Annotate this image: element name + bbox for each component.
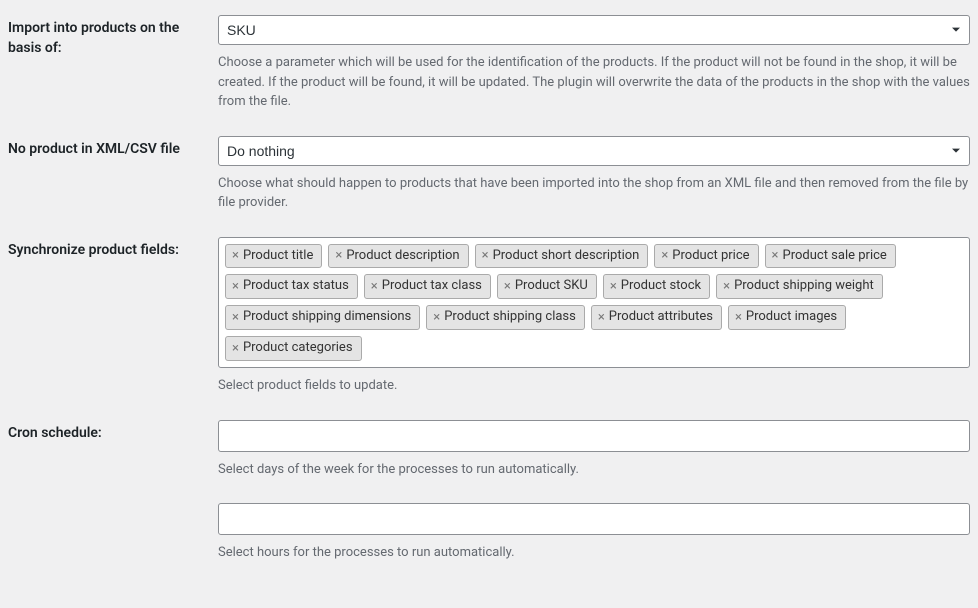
sync-field-tag-label: Product title [243,248,313,265]
sync-field-tag-label: Product shipping dimensions [243,309,411,326]
sync-field-tag-label: Product shipping class [444,309,576,326]
sync-field-tag: × Product tax class [364,274,491,299]
remove-tag-icon[interactable]: × [335,249,342,262]
sync-field-tag-label: Product stock [621,278,701,295]
sync-field-tag: × Product images [728,305,846,330]
sync-field-tag: × Product categories [225,336,362,361]
sync-field-tag: × Product short description [475,244,649,269]
remove-tag-icon[interactable]: × [482,249,489,262]
import-basis-description: Choose a parameter which will be used fo… [218,53,970,112]
sync-field-tag-label: Product images [746,309,837,326]
remove-tag-icon[interactable]: × [772,249,779,262]
sync-fields-description: Select product fields to update. [218,376,970,396]
remove-tag-icon[interactable]: × [504,280,511,293]
sync-field-tag: × Product tax status [225,274,358,299]
cron-hours-label-spacer [8,503,218,507]
sync-field-tag-label: Product sale price [783,248,887,265]
sync-field-tag-label: Product short description [493,248,640,265]
remove-tag-icon[interactable]: × [371,280,378,293]
sync-field-tag: × Product SKU [497,274,597,299]
no-product-select[interactable]: Do nothing [218,136,970,166]
sync-field-tag: × Product shipping weight [716,274,883,299]
sync-field-tag-label: Product price [672,248,749,265]
sync-field-tag: × Product shipping class [426,305,585,330]
sync-field-tag: × Product sale price [765,244,896,269]
sync-field-tag-label: Product attributes [609,309,713,326]
remove-tag-icon[interactable]: × [610,280,617,293]
import-basis-select[interactable]: SKU [218,15,970,45]
import-basis-label: Import into products on the basis of: [8,15,218,58]
no-product-description: Choose what should happen to products th… [218,174,970,213]
remove-tag-icon[interactable]: × [232,249,239,262]
sync-field-tag-label: Product categories [243,340,353,357]
cron-schedule-label: Cron schedule: [8,420,218,444]
sync-field-tag: × Product description [328,244,468,269]
cron-hours-multiselect[interactable] [218,503,970,535]
sync-field-tag-label: Product tax status [243,278,349,295]
sync-field-tag-label: Product tax class [382,278,482,295]
cron-days-description: Select days of the week for the processe… [218,460,970,480]
cron-hours-description: Select hours for the processes to run au… [218,543,970,563]
remove-tag-icon[interactable]: × [735,311,742,324]
remove-tag-icon[interactable]: × [661,249,668,262]
remove-tag-icon[interactable]: × [723,280,730,293]
sync-fields-label: Synchronize product fields: [8,237,218,261]
sync-field-tag-label: Product SKU [515,278,588,295]
remove-tag-icon[interactable]: × [433,311,440,324]
sync-field-tag: × Product price [654,244,758,269]
sync-field-tag-label: Product shipping weight [734,278,874,295]
sync-field-tag: × Product stock [603,274,710,299]
sync-fields-multiselect[interactable]: × Product title × Product description × Produ… [218,237,970,369]
remove-tag-icon[interactable]: × [232,280,239,293]
remove-tag-icon[interactable]: × [232,311,239,324]
cron-days-multiselect[interactable] [218,420,970,452]
no-product-label: No product in XML/CSV file [8,136,218,160]
remove-tag-icon[interactable]: × [232,342,239,355]
remove-tag-icon[interactable]: × [598,311,605,324]
sync-field-tag: × Product title [225,244,322,269]
sync-field-tag: × Product attributes [591,305,722,330]
sync-field-tag-label: Product description [346,248,459,265]
sync-field-tag: × Product shipping dimensions [225,305,420,330]
